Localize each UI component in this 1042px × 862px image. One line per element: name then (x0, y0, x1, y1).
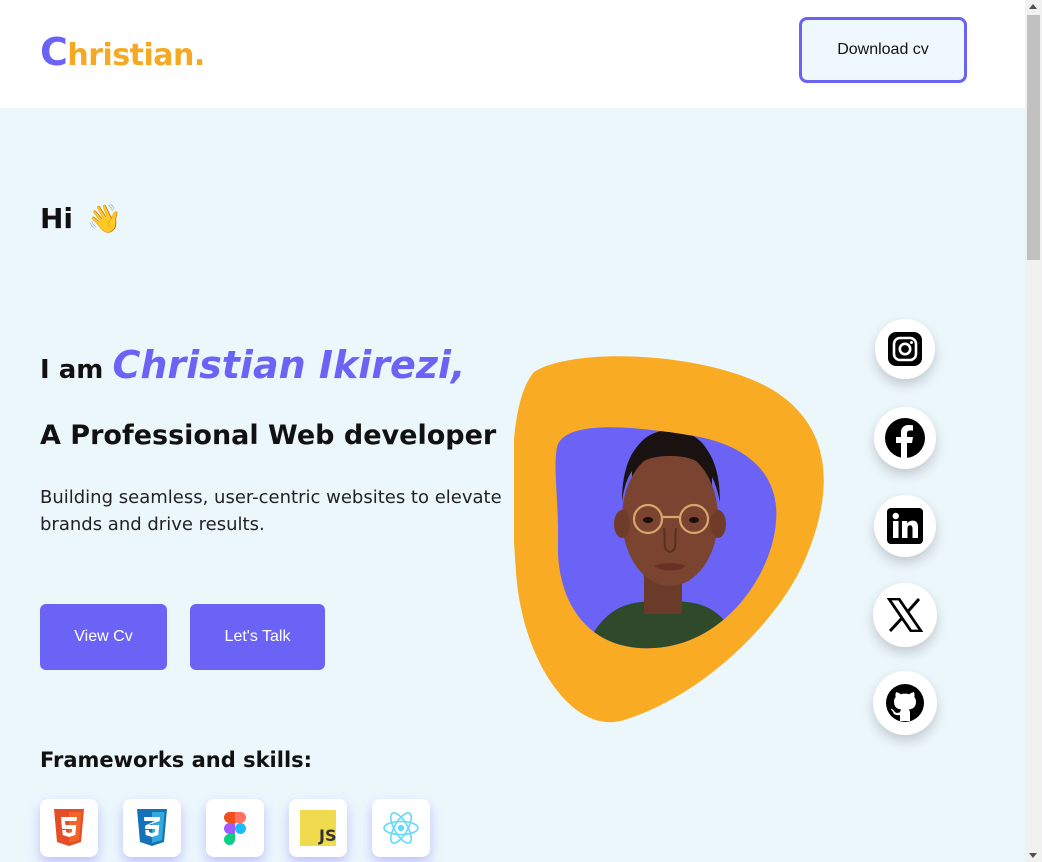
role-heading: A Professional Web developer (40, 420, 497, 451)
greeting: Hi 👋 (40, 202, 122, 235)
hero-description: Building seamless, user-centric websites… (40, 487, 502, 535)
logo[interactable]: Christian. (40, 30, 205, 74)
x-icon[interactable] (873, 583, 937, 647)
profile-portrait (514, 356, 824, 722)
logo-text: hristian. (67, 38, 205, 73)
instagram-icon[interactable] (875, 319, 935, 379)
javascript-icon: JS (289, 799, 347, 857)
logo-initial: C (40, 30, 68, 74)
react-icon (372, 799, 430, 857)
download-cv-button[interactable]: Download cv (799, 17, 967, 83)
scroll-down-arrow-icon[interactable] (1029, 853, 1037, 858)
page-scrollbar[interactable] (1025, 0, 1042, 862)
intro-heading: I am Christian Ikirezi, (40, 343, 465, 387)
site-header: Christian. Download cv (0, 0, 1025, 108)
javascript-icon-text: JS (318, 826, 336, 845)
wave-icon: 👋 (87, 202, 122, 235)
developer-name: Christian Ikirezi, (112, 343, 466, 387)
page: Christian. Download cv Hi 👋 I am Christi… (0, 0, 1025, 862)
figma-icon (206, 799, 264, 857)
skills-list: JS (40, 799, 430, 857)
github-icon[interactable] (873, 671, 937, 735)
greeting-text: Hi (40, 202, 74, 235)
view-cv-button[interactable]: View Cv (40, 604, 167, 670)
scroll-up-arrow-icon[interactable] (1029, 4, 1037, 9)
linkedin-icon[interactable] (874, 495, 936, 557)
html5-icon (40, 799, 98, 857)
skills-title: Frameworks and skills: (40, 748, 313, 772)
scrollbar-thumb[interactable] (1027, 15, 1040, 260)
intro-prefix: I am (40, 355, 104, 385)
facebook-icon[interactable] (874, 407, 936, 469)
lets-talk-button[interactable]: Let's Talk (190, 604, 325, 670)
css3-icon (123, 799, 181, 857)
